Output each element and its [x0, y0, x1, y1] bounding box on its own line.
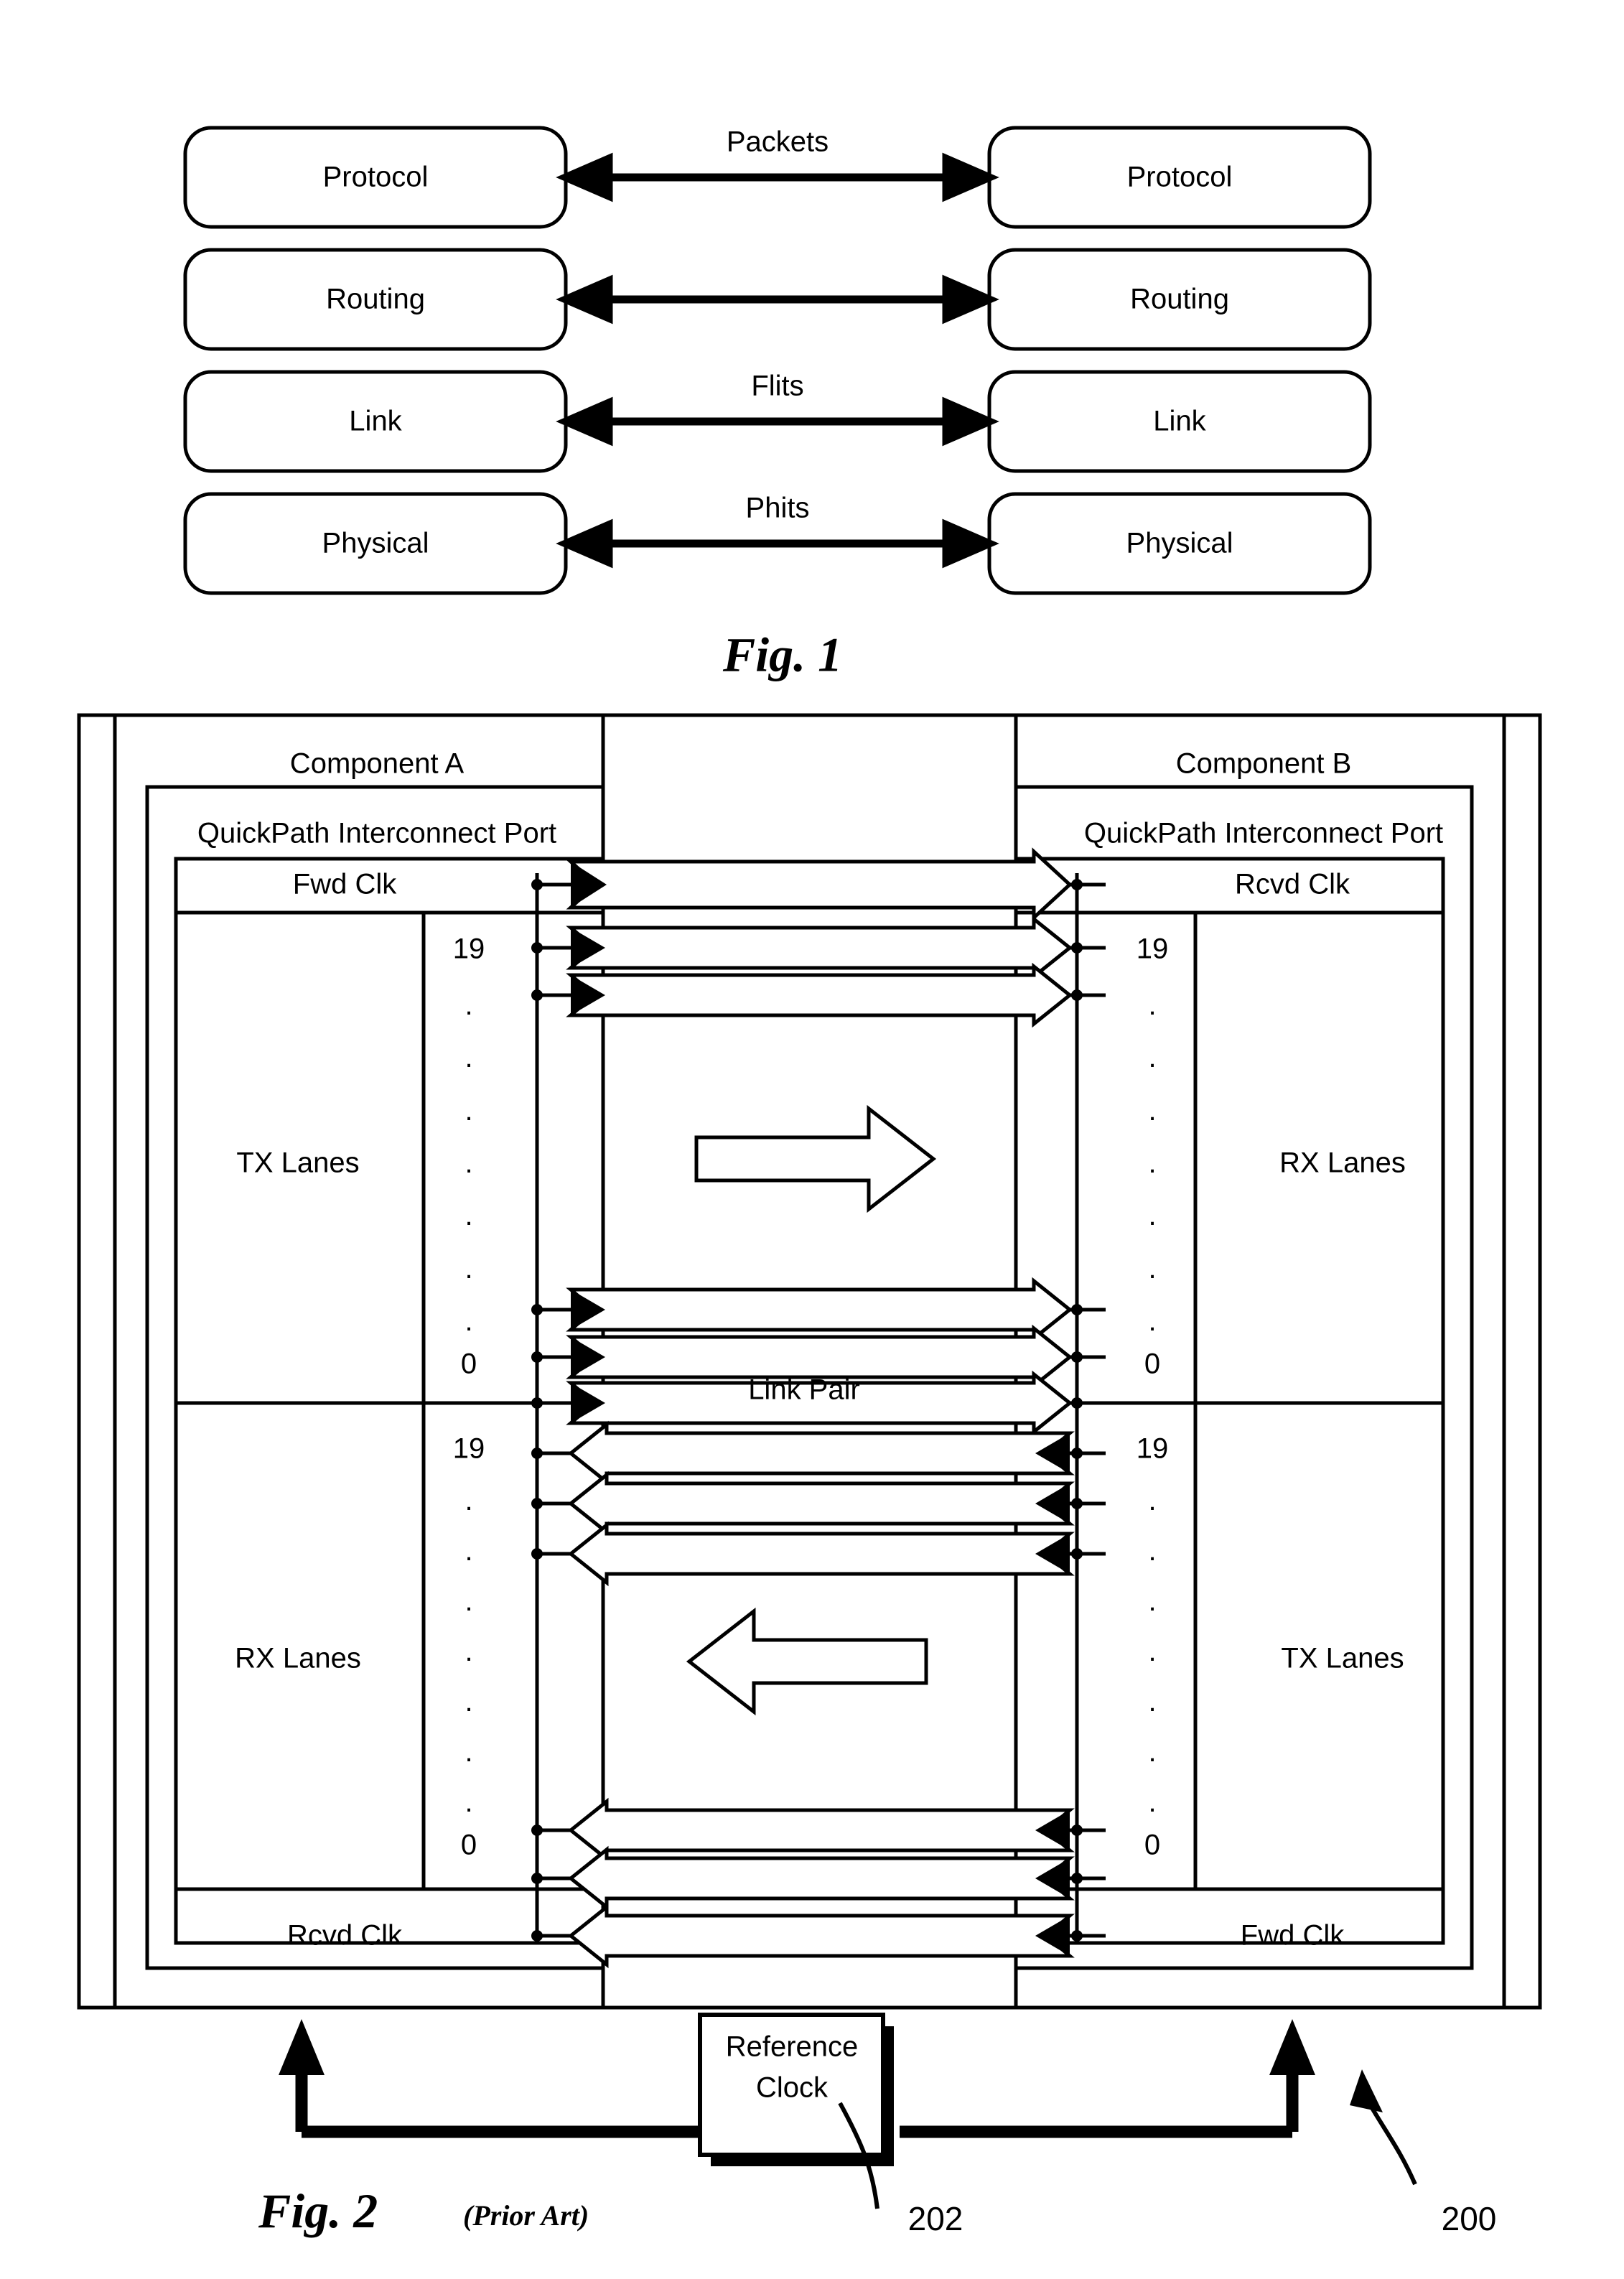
- fig2-junction-dot: [531, 989, 543, 1001]
- figure-1-graphic: [183, 126, 1372, 595]
- fig2-junction-dot: [531, 1930, 543, 1942]
- fig2-leader-200-arrowhead: [1350, 2069, 1383, 2112]
- fig2-link-arrow-rx-b: [567, 1471, 1075, 1537]
- fig2-lane-index-b-top-19: 19: [1136, 933, 1169, 965]
- fig2-junction-dot: [1071, 1498, 1083, 1509]
- fig1-label-link-left: Link: [349, 405, 402, 437]
- fig2-refclk-arrowhead-left: [279, 2019, 325, 2075]
- fig2-link-arrow-tx-b: [566, 962, 1073, 1028]
- fig2-junction-dot: [1071, 1304, 1083, 1315]
- fig2-junction-dot: [531, 1824, 543, 1836]
- fig1-label-routing-left: Routing: [326, 283, 425, 315]
- fig2-component-a-port-box: [145, 785, 605, 1970]
- fig2-link-arrow-rx-c: [567, 1521, 1075, 1587]
- fig2-junction-dot: [531, 942, 543, 954]
- fig2-component-a-box: [113, 713, 605, 2010]
- fig2-lane-index-b-bottom-0: 0: [1144, 1829, 1161, 1861]
- fig2-component-a-port-title: QuickPath Interconnect Port: [197, 817, 557, 849]
- fig2-junction-dot: [1071, 1548, 1083, 1560]
- fig2-component-b-title: Component B: [1175, 747, 1352, 780]
- fig2-link-arrow-rx0: [567, 1845, 1075, 1911]
- fig2-reference-clock-line2: Clock: [755, 2071, 829, 2104]
- fig2-reference-clock-line1: Reference: [725, 2031, 859, 2063]
- fig1-label-link-right: Link: [1153, 405, 1206, 437]
- fig2-direction-arrow-right: [694, 1104, 937, 1213]
- fig2-junction-dot: [1071, 1351, 1083, 1363]
- fig2-junction-dot: [1071, 989, 1083, 1001]
- fig1-arrowhead-right-routing: [942, 274, 999, 325]
- fig2-junction-dot: [531, 1351, 543, 1363]
- fig2-component-b-rx-lanes: RX Lanes: [1279, 1147, 1406, 1179]
- fig1-arrowhead-right-protocol: [942, 152, 999, 202]
- fig2-numeral-202: 202: [907, 2200, 963, 2237]
- fig2-component-b-port-box: [1014, 785, 1474, 1970]
- fig2-junction-dot: [531, 1397, 543, 1409]
- fig2-link-arrow-rx19: [567, 1420, 1075, 1486]
- fig2-junction-dot: [531, 1304, 543, 1315]
- fig1-arrowhead-right-link: [942, 396, 999, 447]
- fig2-junction-dot: [1071, 1397, 1083, 1409]
- fig1-arrowhead-left-link: [556, 396, 613, 447]
- fig2-link-arrow-clk-top: [566, 847, 1073, 922]
- fig2-caption-suffix: (Prior Art): [463, 2199, 589, 2232]
- fig2-link-arrow-tx-c: [566, 1277, 1073, 1343]
- fig2-component-b-box: [1014, 713, 1506, 2010]
- fig2-leader-200: [1350, 2069, 1417, 2186]
- fig2-junction-dot: [531, 879, 543, 890]
- fig2-junction-dot: [1071, 879, 1083, 890]
- fig2-component-a-fwd-clk: Fwd Clk: [292, 868, 397, 900]
- fig2-lane-index-a-bottom-0: 0: [460, 1829, 477, 1861]
- fig2-junction-dot: [1071, 1448, 1083, 1459]
- fig2-component-a-title: Component A: [289, 747, 465, 780]
- fig2-numeral-200: 200: [1441, 2200, 1497, 2237]
- fig2-lane-index-b-top-0: 0: [1144, 1348, 1161, 1380]
- fig2-lane-index-a-bottom-19: 19: [452, 1432, 485, 1465]
- fig1-arrowhead-left-physical: [556, 518, 613, 569]
- fig2-component-b-tx-lanes: TX Lanes: [1281, 1642, 1404, 1674]
- fig2-component-a-tx-lanes: TX Lanes: [236, 1147, 360, 1179]
- fig1-arrow-label-packets: Packets: [726, 126, 829, 158]
- fig1-caption: Fig. 1: [722, 627, 843, 682]
- fig2-junction-dot: [531, 1448, 543, 1459]
- fig2-rx-link-group: [531, 1420, 1106, 1969]
- fig2-lane-index-a-top-0: 0: [460, 1348, 477, 1380]
- fig2-lane-index-a-top-19: 19: [452, 933, 485, 965]
- fig1-arrow-label-phits: Phits: [745, 492, 810, 524]
- fig2-caption: Fig. 2: [258, 2184, 378, 2238]
- fig2-refclk-arrowhead-right: [1269, 2019, 1315, 2075]
- fig1-label-physical-left: Physical: [322, 527, 429, 559]
- fig1-arrowhead-right-physical: [942, 518, 999, 569]
- fig2-component-a-rx-lanes: RX Lanes: [235, 1642, 361, 1674]
- fig2-lane-index-b-bottom-19: 19: [1136, 1432, 1169, 1465]
- fig1-label-routing-right: Routing: [1130, 283, 1229, 315]
- fig1-label-protocol-left: Protocol: [322, 161, 429, 193]
- fig2-junction-dot: [1071, 1873, 1083, 1884]
- fig2-direction-arrow-left: [686, 1607, 928, 1716]
- fig2-junction-dot: [531, 1498, 543, 1509]
- fig2-link-arrow-tx19: [566, 915, 1073, 981]
- fig1-arrow-label-flits: Flits: [751, 370, 804, 402]
- fig2-junction-dot: [531, 1873, 543, 1884]
- fig2-junction-dot: [1071, 1824, 1083, 1836]
- fig1-arrowhead-left-routing: [556, 274, 613, 325]
- fig2-link-arrow-clk-bottom: [567, 1903, 1075, 1969]
- patent-figure-sheet: Protocol Protocol Routing Routing Link L…: [0, 0, 1624, 2279]
- fig1-label-physical-right: Physical: [1126, 527, 1233, 559]
- fig2-component-b-rcvd-clk: Rcvd Clk: [1234, 868, 1350, 900]
- fig1-arrowhead-left-protocol: [556, 152, 613, 202]
- fig2-junction-dot: [1071, 1930, 1083, 1942]
- fig2-component-a-rcvd-clk: Rcvd Clk: [286, 1919, 403, 1952]
- fig2-component-b-port-title: QuickPath Interconnect Port: [1083, 817, 1444, 849]
- fig1-label-protocol-right: Protocol: [1126, 161, 1233, 193]
- fig2-link-pair-label: Link Pair: [748, 1374, 860, 1406]
- fig2-junction-dot: [531, 1548, 543, 1560]
- fig2-link-arrow-rx-d: [567, 1797, 1075, 1863]
- fig2-junction-dot: [1071, 942, 1083, 954]
- fig2-component-b-fwd-clk: Fwd Clk: [1240, 1919, 1345, 1952]
